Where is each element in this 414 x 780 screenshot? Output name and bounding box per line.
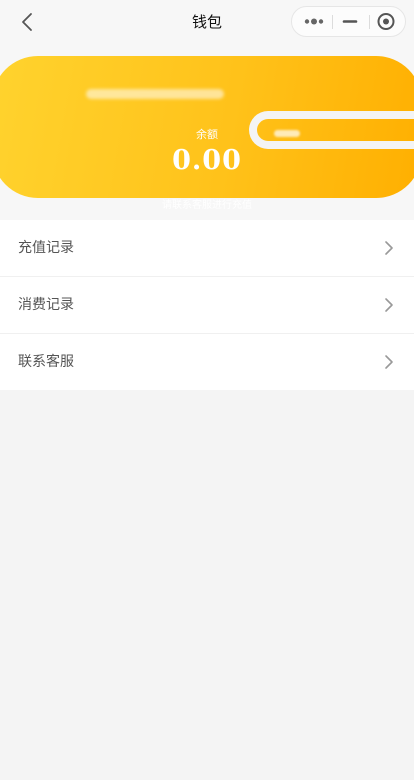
balance-amount: 0.00 [172,145,242,176]
mini-program-capsule [291,6,406,37]
menu-item-consumption-records[interactable]: 消费记录 [0,277,414,334]
card-decoration [86,89,224,99]
chevron-right-icon [385,241,393,255]
more-button[interactable] [294,7,332,36]
more-dots-icon [304,18,324,25]
close-target-icon [377,13,395,30]
menu-item-label: 充值记录 [18,240,74,256]
recharge-hint: 请联系客服进行充值 [162,200,252,211]
minimize-button[interactable] [331,7,369,36]
close-button[interactable] [368,7,406,36]
back-button[interactable] [18,10,40,34]
balance-label: 余额 [196,128,218,141]
menu-item-recharge-records[interactable]: 充值记录 [0,220,414,277]
menu-item-label: 消费记录 [18,297,74,313]
chevron-right-icon [385,298,393,312]
menu-item-label: 联系客服 [18,354,74,370]
chevron-right-icon [385,355,393,369]
menu-item-contact-support[interactable]: 联系客服 [0,334,414,390]
wallet-menu: 充值记录 消费记录 联系客服 [0,220,414,390]
chevron-left-icon [22,13,32,31]
navigation-bar: 钱包 [0,0,414,46]
minimize-icon [342,20,358,23]
wallet-header: 余额 0.00 请联系客服进行充值 [0,46,414,220]
